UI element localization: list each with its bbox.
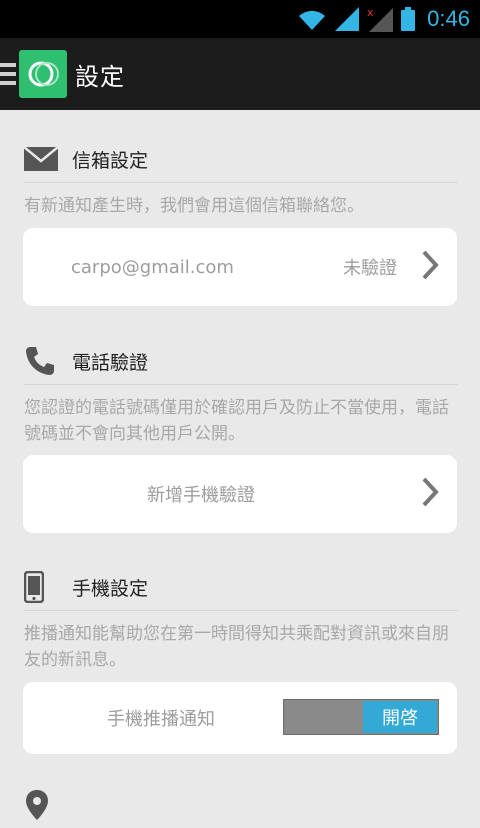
signal-icon xyxy=(335,7,360,31)
push-notification-label: 手機推播通知 xyxy=(107,709,215,730)
smartphone-icon xyxy=(24,571,60,603)
add-phone-row[interactable]: 新增手機驗證 xyxy=(23,455,457,533)
chevron-right-icon xyxy=(421,249,439,285)
device-section-description: 推播通知能幫助您在第一時間得知共乘配對資訊或來自朋友的新訊息。 xyxy=(24,624,449,670)
email-row[interactable]: carpo@gmail.com 未驗證 xyxy=(23,228,457,306)
email-section: 信箱設定 有新通知產生時，我們會用這個信箱聯絡您。 xyxy=(24,136,458,219)
mail-icon xyxy=(24,147,60,171)
status-bar: x 0:46 xyxy=(0,0,480,38)
device-section-header: 手機設定 xyxy=(24,564,458,611)
battery-icon xyxy=(401,7,416,31)
email-section-title: 信箱設定 xyxy=(72,149,149,172)
email-value: carpo@gmail.com xyxy=(71,256,234,278)
phone-icon xyxy=(24,345,60,377)
push-notification-row: 手機推播通知 開啓 xyxy=(23,682,457,754)
phone-section-description: 您認證的電話號碼僅用於確認用戶及防止不當使用，電話號碼並不會向其他用戶公開。 xyxy=(24,398,449,444)
action-bar: 設定 xyxy=(0,38,480,110)
drawer-menu-icon[interactable] xyxy=(0,63,16,85)
phone-section-title: 電話驗證 xyxy=(72,351,149,374)
toggle-on-knob: 開啓 xyxy=(363,701,437,733)
email-section-header: 信箱設定 xyxy=(24,136,458,183)
app-logo[interactable] xyxy=(19,50,67,98)
email-status-badge: 未驗證 xyxy=(343,258,397,279)
status-time: 0:46 xyxy=(427,6,470,31)
location-pin-icon xyxy=(24,789,60,821)
signal-no-data-icon: x xyxy=(367,6,394,32)
chevron-right-icon xyxy=(421,476,439,512)
wifi-icon xyxy=(297,8,327,30)
email-section-description: 有新通知產生時，我們會用這個信箱聯絡您。 xyxy=(24,196,364,216)
phone-section-header: 電話驗證 xyxy=(24,338,458,385)
next-section-header xyxy=(24,782,458,828)
next-section xyxy=(24,782,458,828)
svg-text:x: x xyxy=(367,6,374,19)
page-title: 設定 xyxy=(75,62,125,91)
add-phone-label: 新增手機驗證 xyxy=(147,485,255,506)
device-section: 手機設定 推播通知能幫助您在第一時間得知共乘配對資訊或來自朋友的新訊息。 xyxy=(24,564,458,673)
phone-section: 電話驗證 您認證的電話號碼僅用於確認用戶及防止不當使用，電話號碼並不會向其他用戶… xyxy=(24,338,458,447)
push-notification-toggle[interactable]: 開啓 xyxy=(283,699,439,735)
device-section-title: 手機設定 xyxy=(72,577,149,600)
